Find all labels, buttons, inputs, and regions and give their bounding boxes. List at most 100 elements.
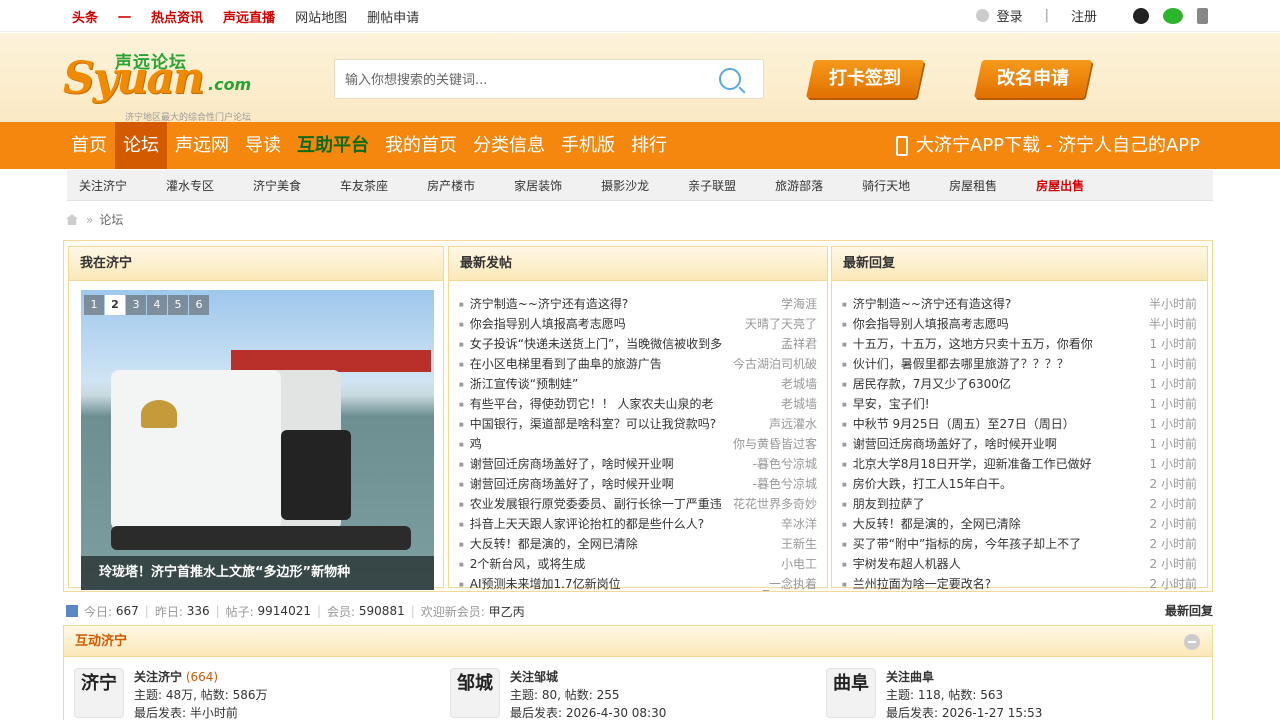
latest-reply-link[interactable]: 最新回复 [1165,602,1213,619]
subnav-item[interactable]: 房产楼市 [415,177,488,194]
subnav-item[interactable]: 旅游部落 [763,177,836,194]
post-author[interactable]: 小电工 [781,554,817,574]
post-title[interactable]: 伙计们，暑假里都去哪里旅游了？？？？ [842,354,1069,374]
post-title[interactable]: 中秋节 9月25日（周五）至27日（周日） [842,414,1075,434]
latest-reply-row[interactable]: 买了带“附中”指标的房，今年孩子却上不了 2 小时前 [842,534,1197,554]
latest-reply-row[interactable]: 谢营回迁房商场盖好了，啥时候开业啊 1 小时前 [842,434,1197,454]
subnav-item[interactable]: 骑行天地 [850,177,923,194]
post-author[interactable]: 今古湖泊司机破 [733,354,817,374]
latest-reply-row[interactable]: 朋友到拉萨了 2 小时前 [842,494,1197,514]
post-title[interactable]: 北京大学8月18日开学，迎新准备工作已做好 [842,454,1092,474]
latest-post-row[interactable]: 谢营回迁房商场盖好了，啥时候开业啊 -暮色兮凉城 [459,454,817,474]
latest-reply-row[interactable]: 兰州拉面为啥一定要改名? 2 小时前 [842,574,1197,594]
nav-ranking[interactable]: 排行 [623,122,675,169]
top-link-headline[interactable]: 头条 [72,7,98,26]
post-author[interactable]: _一念执着 [763,574,817,594]
forum-name[interactable]: 关注济宁 [134,670,182,684]
post-author[interactable]: -暮色兮凉城 [753,454,817,474]
latest-reply-row[interactable]: 十五万，十五万，这地方只卖十五万，你看你 1 小时前 [842,334,1197,354]
slider-page[interactable]: 6 [189,295,209,315]
slide-caption[interactable]: 玲珑塔！济宁首推水上文旅“多边形”新物种 [81,556,434,590]
post-title[interactable]: 兰州拉面为啥一定要改名? [842,574,991,594]
top-link-hot-news[interactable]: 热点资讯 [151,7,203,26]
post-title[interactable]: 中国银行，渠道部是啥科室？可以让我贷款吗? [459,414,716,434]
post-author[interactable]: 你与黄昏皆过客 [733,434,817,454]
latest-reply-row[interactable]: 北京大学8月18日开学，迎新准备工作已做好 1 小时前 [842,454,1197,474]
latest-post-row[interactable]: 大反转！都是演的，全网已清除 王新生 [459,534,817,554]
slider-page[interactable]: 2 [105,295,125,315]
latest-post-row[interactable]: 抖音上天天跟人家评论抬杠的都是些什么人? 辛冰洋 [459,514,817,534]
latest-reply-row[interactable]: 中秋节 9月25日（周五）至27日（周日） 1 小时前 [842,414,1197,434]
post-author[interactable]: 学海涯 [781,294,817,314]
slider-page[interactable]: 1 [84,295,104,315]
wechat-icon[interactable] [1163,7,1183,24]
home-icon[interactable] [66,214,78,225]
latest-reply-row[interactable]: 居民存款，7月又少了6300亿 1 小时前 [842,374,1197,394]
nav-mutual-help[interactable]: 互助平台 [289,122,377,169]
post-title[interactable]: 浙江宣传谈“预制娃” [459,374,578,394]
post-title[interactable]: 朋友到拉萨了 [842,494,925,514]
post-title[interactable]: 农业发展银行原党委委员、副行长徐一丁严重违 [459,494,722,514]
post-author[interactable]: 天晴了天亮了 [745,314,817,334]
post-title[interactable]: AI预测未来增加1.7亿新岗位 [459,574,621,594]
subnav-item[interactable]: 灌水专区 [154,177,227,194]
post-author[interactable]: 花花世界多奇妙 [733,494,817,514]
latest-post-row[interactable]: 农业发展银行原党委委员、副行长徐一丁严重违花花世界多奇妙 [459,494,817,514]
latest-post-row[interactable]: AI预测未来增加1.7亿新岗位 _一念执着 [459,574,817,594]
latest-post-row[interactable]: 女子投诉“快递未送货上门”，当晚微信被收到多 孟祥君 [459,334,817,354]
forum-item-qufu[interactable]: 曲阜 关注曲阜 主题: 118, 帖数: 563 最后发表: 2026-1-27… [816,668,1186,720]
rename-button[interactable]: 改名申请 [973,60,1093,98]
post-title[interactable]: 鸡 [459,434,482,454]
top-link-delete-request[interactable]: 删帖申请 [367,7,419,26]
search-input[interactable] [345,70,705,90]
nav-guide[interactable]: 导读 [237,122,289,169]
slider-page[interactable]: 3 [126,295,146,315]
forum-icon[interactable]: 曲阜 [826,668,876,718]
latest-post-row[interactable]: 中国银行，渠道部是啥科室？可以让我贷款吗? 声远灌水 [459,414,817,434]
post-title[interactable]: 在小区电梯里看到了曲阜的旅游广告 [459,354,662,374]
forum-last-post[interactable]: 最后发表: 半小时前 [134,704,268,720]
latest-post-row[interactable]: 在小区电梯里看到了曲阜的旅游广告 今古湖泊司机破 [459,354,817,374]
post-title[interactable]: 十五万，十五万，这地方只卖十五万，你看你 [842,334,1093,354]
image-slider[interactable]: 1 2 3 4 5 6 玲珑塔！济宁首推水上文旅“多边形”新物种 [81,290,434,590]
latest-post-row[interactable]: 谢营回迁房商场盖好了，啥时候开业啊 -暮色兮凉城 [459,474,817,494]
nav-forum[interactable]: 论坛 [115,122,167,169]
register-link[interactable]: 注册 [1071,6,1097,25]
top-link-live[interactable]: 声远直播 [223,7,275,26]
nav-mobile[interactable]: 手机版 [553,122,623,169]
latest-reply-row[interactable]: 宇树发布超人机器人 2 小时前 [842,554,1197,574]
post-title[interactable]: 有些平台，得使劲罚它！！ 人家农夫山泉的老 [459,394,714,414]
forum-item-jining[interactable]: 济宁 关注济宁 (664) 主题: 48万, 帖数: 586万 最后发表: 半小… [64,668,434,720]
top-link-sitemap[interactable]: 网站地图 [295,7,347,26]
post-author[interactable]: -暮色兮凉城 [753,474,817,494]
latest-post-row[interactable]: 你会指导别人填报高考志愿吗 天晴了天亮了 [459,314,817,334]
subnav-item[interactable]: 亲子联盟 [676,177,749,194]
forum-name[interactable]: 关注邹城 [510,670,558,684]
post-title[interactable]: 谢营回迁房商场盖好了，啥时候开业啊 [459,474,674,494]
checkin-button[interactable]: 打卡签到 [805,60,925,98]
subnav-item[interactable]: 济宁美食 [241,177,314,194]
latest-post-row[interactable]: 有些平台，得使劲罚它！！ 人家农夫山泉的老 老城墙 [459,394,817,414]
latest-reply-row[interactable]: 大反转！都是演的，全网已清除 2 小时前 [842,514,1197,534]
site-logo[interactable]: 声远论坛 Syuan .com 济宁地区最大的综合性门户论坛 [63,49,273,123]
latest-post-row[interactable]: 济宁制造~~济宁还有造这得? 学海涯 [459,294,817,314]
nav-home[interactable]: 首页 [63,122,115,169]
post-title[interactable]: 济宁制造~~济宁还有造这得? [842,294,1011,314]
forum-last-post[interactable]: 最后发表: 2026-4-30 08:30 [510,704,666,720]
app-download-link[interactable]: 大济宁APP下载 - 济宁人自己的APP [896,122,1200,169]
post-title[interactable]: 居民存款，7月又少了6300亿 [842,374,1011,394]
latest-reply-row[interactable]: 早安，宝子们! 1 小时前 [842,394,1197,414]
post-title[interactable]: 大反转！都是演的，全网已清除 [459,534,638,554]
post-title[interactable]: 宇树发布超人机器人 [842,554,961,574]
latest-reply-row[interactable]: 伙计们，暑假里都去哪里旅游了？？？？ 1 小时前 [842,354,1197,374]
slider-page[interactable]: 5 [168,295,188,315]
forum-item-zoucheng[interactable]: 邹城 关注邹城 主题: 80, 帖数: 255 最后发表: 2026-4-30 … [440,668,810,720]
forum-icon[interactable]: 济宁 [74,668,124,718]
post-title[interactable]: 你会指导别人填报高考志愿吗 [459,314,626,334]
post-title[interactable]: 买了带“附中”指标的房，今年孩子却上不了 [842,534,1081,554]
latest-post-row[interactable]: 鸡 你与黄昏皆过客 [459,434,817,454]
latest-reply-row[interactable]: 房价大跌，打工人15年白干。 2 小时前 [842,474,1197,494]
subnav-item[interactable]: 车友茶座 [328,177,401,194]
slider-page[interactable]: 4 [147,295,167,315]
latest-reply-row[interactable]: 你会指导别人填报高考志愿吗 半小时前 [842,314,1197,334]
